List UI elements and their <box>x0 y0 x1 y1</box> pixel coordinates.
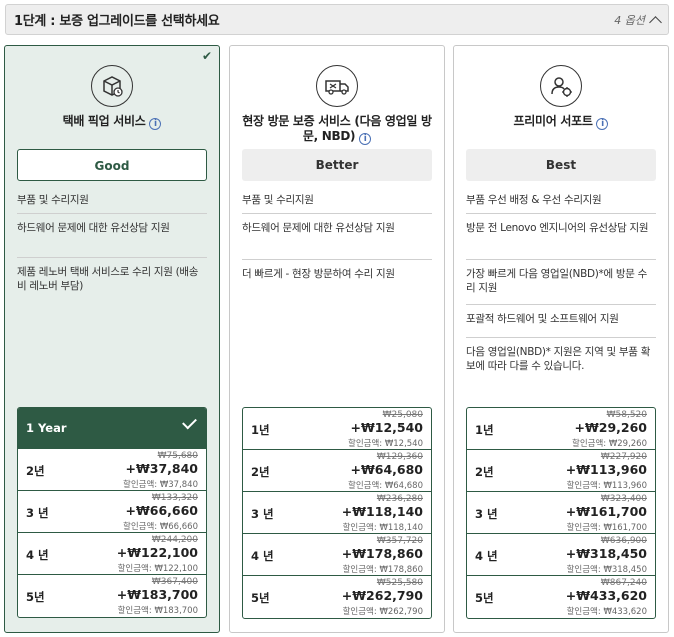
year-option-1[interactable]: 1년 ₩25,080 +₩12,540 할인금액: ₩12,540 <box>243 408 431 450</box>
feature-item: 더 빠르게 - 현장 방문하여 수리 지원 <box>242 268 395 280</box>
year-option-5[interactable]: 5년 ₩367,400 +₩183,700 할인금액: ₩183,700 <box>18 575 206 617</box>
feature-item: 제품 레노버 택배 서비스로 수리 지원 (배송비 레노버 부담) <box>17 266 199 292</box>
tier-badge: Best <box>466 149 656 181</box>
premier-support-icon <box>540 65 582 107</box>
onsite-truck-icon <box>316 65 358 107</box>
year-option-3[interactable]: 3 년 ₩323,400 +₩161,700 할인금액: ₩161,700 <box>467 492 655 534</box>
year-option-5[interactable]: 5년 ₩525,580 +₩262,790 할인금액: ₩262,790 <box>243 576 431 618</box>
year-option-4[interactable]: 4 년 ₩636,900 +₩318,450 할인금액: ₩318,450 <box>467 534 655 576</box>
feature-list: 부품 우선 배정 & 우선 수리지원 방문 전 Lenovo 엔지니어의 유선상… <box>466 186 656 380</box>
tier-badge: Good <box>17 149 207 181</box>
year-option-1[interactable]: 1 Year <box>18 408 206 449</box>
year-options: 1년 ₩58,520 +₩29,260 할인금액: ₩29,260 2년 ₩22… <box>466 407 656 619</box>
box-pickup-icon <box>91 65 133 107</box>
year-option-3[interactable]: 3 년 ₩236,280 +₩118,140 할인금액: ₩118,140 <box>243 492 431 534</box>
info-icon[interactable]: i <box>596 118 609 130</box>
feature-item: 부품 및 수리지원 <box>242 186 432 214</box>
step-header[interactable]: 1단계 : 보증 업그레이드를 선택하세요 4 옵션 <box>5 4 669 35</box>
option-count: 4 옵션 <box>614 13 645 27</box>
tier-badge: Better <box>242 149 432 181</box>
feature-item: 부품 및 수리지원 <box>17 186 207 214</box>
warranty-card-onsite[interactable]: 현장 방문 보증 서비스 (다음 영업일 방문, NBD) i Better 부… <box>229 45 445 633</box>
year-option-4[interactable]: 4 년 ₩357,720 +₩178,860 할인금액: ₩178,860 <box>243 534 431 576</box>
year-options: 1년 ₩25,080 +₩12,540 할인금액: ₩12,540 2년 ₩12… <box>242 407 432 619</box>
card-title: 택배 픽업 서비스 i <box>13 114 211 130</box>
warranty-card-pickup[interactable]: ✔ 택배 픽업 서비스 i Good 부품 및 수리지원 하드웨어 문제에 대한… <box>4 45 220 633</box>
year-option-5[interactable]: 5년 ₩867,240 +₩433,620 할인금액: ₩433,620 <box>467 576 655 618</box>
feature-list: 부품 및 수리지원 하드웨어 문제에 대한 유선상담 지원 제품 레노버 택배 … <box>17 186 207 300</box>
info-icon[interactable]: i <box>359 133 372 145</box>
year-option-1[interactable]: 1년 ₩58,520 +₩29,260 할인금액: ₩29,260 <box>467 408 655 450</box>
feature-item: 하드웨어 문제에 대한 유선상담 지원 <box>17 214 207 258</box>
year-options: 1 Year 2년 ₩75,680 +₩37,840 할인금액: ₩37,840… <box>17 407 207 618</box>
card-title: 프리미어 서포트 i <box>462 114 660 130</box>
year-option-2[interactable]: 2년 ₩227,920 +₩113,960 할인금액: ₩113,960 <box>467 450 655 492</box>
feature-item: 가장 빠르게 다음 영업일(NBD)*에 방문 수리 지원 <box>466 260 656 305</box>
chevron-up-icon <box>649 15 662 29</box>
warranty-card-premier[interactable]: 프리미어 서포트 i Best 부품 우선 배정 & 우선 수리지원 방문 전 … <box>453 45 669 633</box>
year-option-2[interactable]: 2년 ₩75,680 +₩37,840 할인금액: ₩37,840 <box>18 449 206 491</box>
feature-item: 방문 전 Lenovo 엔지니어의 유선상담 지원 <box>466 214 656 260</box>
check-icon <box>182 414 197 430</box>
year-option-2[interactable]: 2년 ₩129,360 +₩64,680 할인금액: ₩64,680 <box>243 450 431 492</box>
feature-item: 하드웨어 문제에 대한 유선상담 지원 <box>242 214 432 260</box>
info-icon[interactable]: i <box>149 118 162 130</box>
feature-item: 다음 영업일(NBD)* 지원은 지역 및 부품 확보에 따라 다를 수 있습니… <box>466 346 651 372</box>
options-toggle[interactable]: 4 옵션 <box>614 12 662 29</box>
feature-item: 포괄적 하드웨어 및 소프트웨어 지원 <box>466 305 656 338</box>
year-option-3[interactable]: 3 년 ₩133,320 +₩66,660 할인금액: ₩66,660 <box>18 491 206 533</box>
feature-item: 부품 우선 배정 & 우선 수리지원 <box>466 186 656 214</box>
step-title: 1단계 : 보증 업그레이드를 선택하세요 <box>14 14 220 29</box>
feature-list: 부품 및 수리지원 하드웨어 문제에 대한 유선상담 지원 더 빠르게 - 현장… <box>242 186 432 288</box>
card-title: 현장 방문 보증 서비스 (다음 영업일 방문, NBD) i <box>242 114 432 145</box>
selected-check-icon: ✔ <box>201 49 212 63</box>
year-option-4[interactable]: 4 년 ₩244,200 +₩122,100 할인금액: ₩122,100 <box>18 533 206 575</box>
